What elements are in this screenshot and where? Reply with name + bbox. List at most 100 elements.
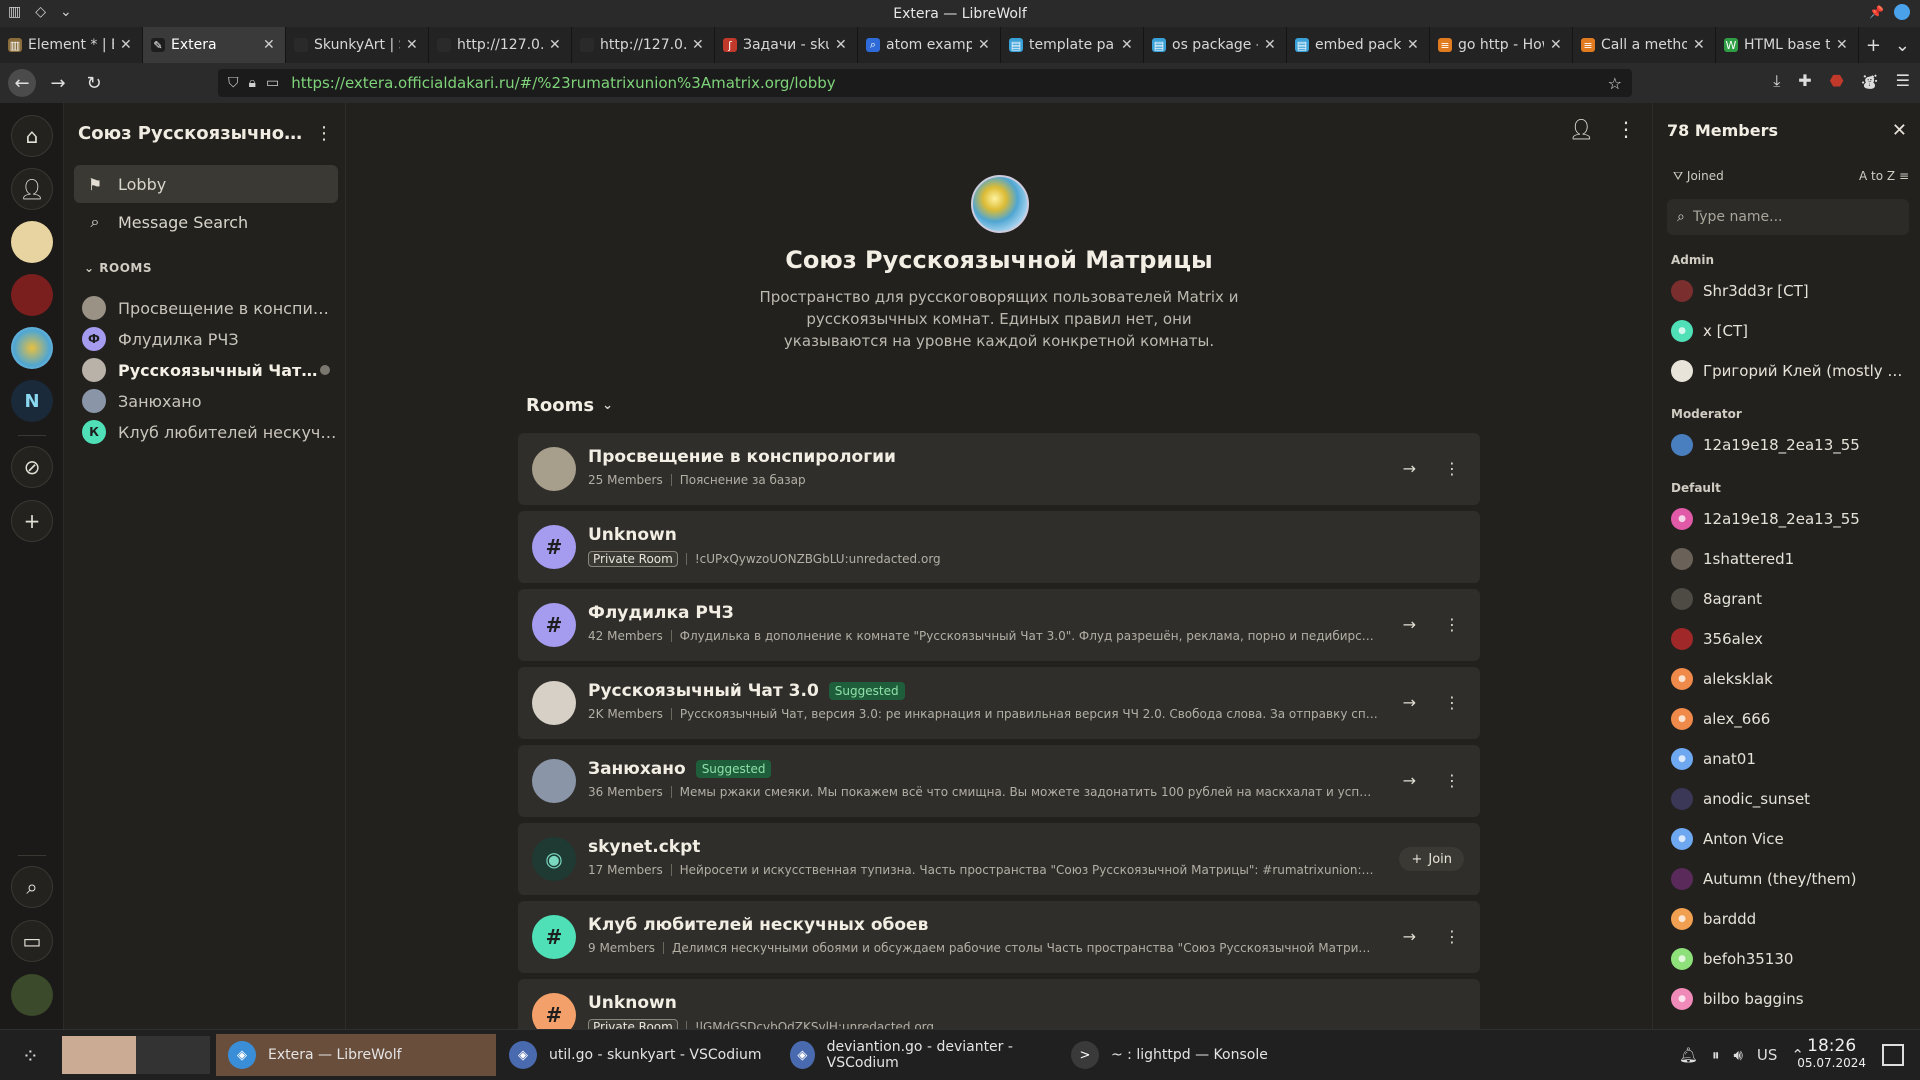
privacy-icon[interactable]: ⛇: [1862, 71, 1878, 94]
user-avatar[interactable]: [11, 974, 53, 1016]
downloads-icon[interactable]: ⤓: [1773, 71, 1780, 94]
clock[interactable]: 18:26 05.07.2024: [1797, 1036, 1866, 1070]
browser-tab[interactable]: http://127.0.0.1:3 ✕: [572, 27, 715, 63]
close-icon[interactable]: ✕: [1892, 120, 1907, 141]
browser-tab[interactable]: ✎ Extera ✕: [143, 27, 286, 63]
direct-messages-icon[interactable]: 👤︎: [11, 168, 53, 210]
close-icon[interactable]: ✕: [1407, 37, 1421, 53]
close-icon[interactable]: ✕: [406, 37, 420, 53]
pin-icon[interactable]: 📌: [1869, 5, 1884, 19]
rooms-section-toggle[interactable]: ⌄ ROOMS: [84, 261, 152, 275]
new-tab-icon[interactable]: +: [1866, 35, 1881, 56]
extensions-icon[interactable]: ✚: [1798, 71, 1811, 94]
desktop-1[interactable]: [62, 1036, 136, 1074]
browser-tab[interactable]: ▤ os package - ✕: [1144, 27, 1287, 63]
keyboard-layout[interactable]: US: [1757, 1046, 1778, 1064]
close-icon[interactable]: ✕: [1693, 37, 1707, 53]
member-row[interactable]: Григорий Клей (mostly at ...: [1671, 355, 1907, 387]
members-search-input[interactable]: [1692, 209, 1893, 225]
browser-tab[interactable]: W HTML base ta ✕: [1716, 27, 1859, 63]
close-icon[interactable]: ✕: [1836, 37, 1850, 53]
member-row[interactable]: ● alex_666: [1671, 703, 1907, 735]
close-icon[interactable]: ✕: [263, 37, 277, 53]
app-launcher-icon[interactable]: ⁘: [22, 1044, 39, 1068]
member-row[interactable]: ● barddd: [1671, 903, 1907, 935]
member-row[interactable]: 1shattered1: [1671, 543, 1907, 575]
close-icon[interactable]: ✕: [692, 37, 706, 53]
member-row[interactable]: ● befoh35130: [1671, 943, 1907, 975]
member-row[interactable]: 12a19e18_2ea13_55: [1671, 429, 1907, 461]
space-avatar-n[interactable]: N: [11, 380, 53, 422]
arrow-right-icon[interactable]: →: [1403, 693, 1416, 712]
room-card[interactable]: # Unknown Private Room !cUPxQywzoUONZBGbLU:…: [518, 511, 1480, 583]
list-tabs-icon[interactable]: ⌄: [1895, 35, 1910, 56]
browser-tab[interactable]: ▤ template pac ✕: [1001, 27, 1144, 63]
lobby-options-icon[interactable]: ⋮: [1616, 117, 1636, 141]
sidebar-room-item[interactable]: К Клуб любителей нескучны...: [74, 414, 338, 450]
search-icon[interactable]: ⌕: [11, 866, 53, 908]
member-row[interactable]: ● x [CT]: [1671, 315, 1907, 347]
room-card[interactable]: # Unknown Private Room !lGMdGSDcvbOdZKSvlH:…: [518, 979, 1480, 1029]
member-row[interactable]: 356alex: [1671, 623, 1907, 655]
chevron-down-icon[interactable]: ⌄: [60, 4, 72, 20]
back-button[interactable]: ←: [8, 69, 36, 97]
member-row[interactable]: ● bilbo baggins: [1671, 983, 1907, 1015]
keep-above-icon[interactable]: ◇: [35, 4, 46, 20]
taskbar-task[interactable]: > ~ : lighttpd — Konsole: [1059, 1034, 1339, 1076]
filter-joined[interactable]: ⛛ Joined: [1673, 169, 1724, 184]
close-icon[interactable]: ✕: [978, 37, 992, 53]
desktop-2[interactable]: [136, 1036, 210, 1074]
browser-tab[interactable]: ʃ Задачи - skun ✕: [715, 27, 858, 63]
show-desktop-icon[interactable]: [1882, 1044, 1904, 1066]
room-card[interactable]: Занюхано Suggested 36 Members Мемы ржаки см…: [518, 745, 1480, 817]
media-icon[interactable]: ⏸: [1712, 1046, 1720, 1064]
space-options-icon[interactable]: ⋮: [314, 123, 334, 144]
close-icon[interactable]: ✕: [835, 37, 849, 53]
virtual-desktop-pager[interactable]: [62, 1036, 210, 1074]
close-icon[interactable]: ✕: [549, 37, 563, 53]
explore-icon[interactable]: ⊘: [11, 446, 53, 488]
arrow-right-icon[interactable]: →: [1403, 615, 1416, 634]
space-avatar-current[interactable]: [11, 327, 53, 369]
url-bar[interactable]: ⛉ 🔒︎ ▭ https://extera.officialdakari.ru/…: [218, 69, 1632, 97]
space-avatar-happy-tree[interactable]: [11, 221, 53, 263]
room-card[interactable]: Русскоязычный Чат 3.0 Suggested 2K Members…: [518, 667, 1480, 739]
member-row[interactable]: ● 12a19e18_2ea13_55: [1671, 503, 1907, 535]
volume-icon[interactable]: 🔊︎: [1733, 1046, 1742, 1064]
browser-tab[interactable]: SkunkyArt | Scen ✕: [286, 27, 429, 63]
browser-tab[interactable]: ▥ Element * | E ✕: [0, 27, 143, 63]
browser-tab[interactable]: ⌕ atom exampl ✕: [858, 27, 1001, 63]
browser-tab[interactable]: http://127.0.0.1:3 ✕: [429, 27, 572, 63]
sidebar-item-message-search[interactable]: ⌕ Message Search: [74, 203, 338, 241]
taskbar-task[interactable]: ◈ deviantion.go - devianter - VSCodium: [778, 1034, 1058, 1076]
browser-tab[interactable]: ≡ Call a metho ✕: [1573, 27, 1716, 63]
close-icon[interactable]: ✕: [120, 37, 134, 53]
lock-icon[interactable]: 🔒︎: [249, 75, 256, 91]
room-card[interactable]: Просвещение в конспирологии 25 Members Поя…: [518, 433, 1480, 505]
taskbar-task[interactable]: ◈ Extera — LibreWolf: [216, 1034, 496, 1076]
members-icon[interactable]: 👤︎: [1569, 117, 1594, 141]
room-options-icon[interactable]: ⋮: [1444, 927, 1460, 946]
shield-icon[interactable]: ⛉: [228, 75, 239, 91]
permissions-icon[interactable]: ▭: [266, 75, 279, 91]
window-status-icon[interactable]: [1894, 4, 1910, 20]
member-row[interactable]: ● aleksklak: [1671, 663, 1907, 695]
url-text[interactable]: https://extera.officialdakari.ru/#/%23ru…: [291, 74, 836, 92]
room-card[interactable]: # Клуб любителей нескучных обоев 9 Members…: [518, 901, 1480, 973]
member-row[interactable]: ● anat01: [1671, 743, 1907, 775]
sidebar-item-lobby[interactable]: ⚑ Lobby: [74, 165, 338, 203]
reload-button[interactable]: ↻: [80, 69, 108, 97]
browser-tab[interactable]: ≡ go http - How ✕: [1430, 27, 1573, 63]
arrow-right-icon[interactable]: →: [1403, 927, 1416, 946]
close-icon[interactable]: ✕: [1264, 37, 1278, 53]
menu-icon[interactable]: ☰: [1896, 71, 1910, 94]
close-icon[interactable]: ✕: [1550, 37, 1564, 53]
notifications-icon[interactable]: 🔔︎: [1679, 1046, 1698, 1064]
taskbar-task[interactable]: ◈ util.go - skunkyart - VSCodium: [497, 1034, 777, 1076]
space-avatar-pubg[interactable]: [11, 274, 53, 316]
ublock-icon[interactable]: ⬣: [1830, 71, 1844, 94]
arrow-right-icon[interactable]: →: [1403, 459, 1416, 478]
room-card[interactable]: ◉ skynet.ckpt 17 Members Нейросети и искусс…: [518, 823, 1480, 895]
member-row[interactable]: Shr3dd3r [CT]: [1671, 275, 1907, 307]
home-icon[interactable]: ⌂: [11, 115, 53, 157]
